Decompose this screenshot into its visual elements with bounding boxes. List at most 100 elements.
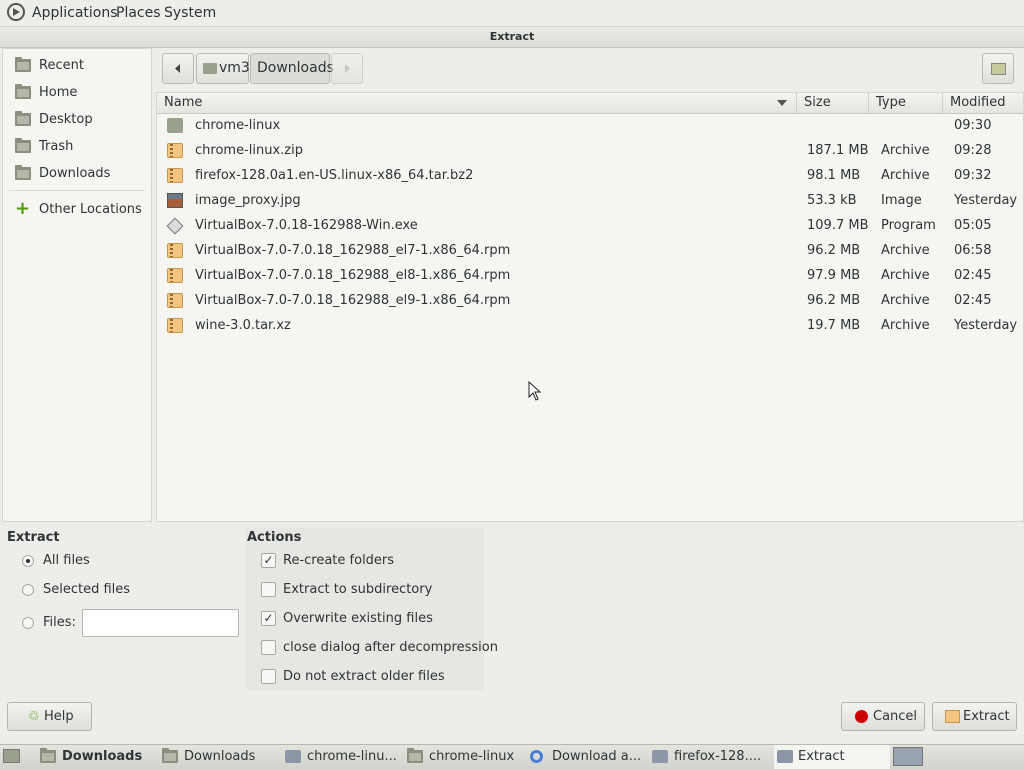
- file-size: 97.9 MB: [807, 268, 861, 283]
- file-modified: 02:45: [954, 268, 992, 283]
- column-header-type[interactable]: Type: [869, 93, 943, 113]
- file-size: 96.2 MB: [807, 243, 861, 258]
- file-modified: Yesterday: [954, 318, 1018, 333]
- path-segment-vm3[interactable]: vm3: [196, 53, 250, 84]
- trash-icon: [15, 138, 31, 153]
- file-size: 98.1 MB: [807, 168, 861, 183]
- cancel-button-label: Cancel: [873, 709, 918, 724]
- taskbar: Downloads Downloads chrome-linu... chrom…: [0, 744, 1024, 769]
- task-extract[interactable]: Extract: [774, 745, 890, 769]
- selected-files-radio[interactable]: [22, 584, 34, 596]
- file-list-header: Name Size Type Modified: [157, 93, 1023, 114]
- selected-files-label: Selected files: [43, 582, 131, 597]
- task-label: Download a...: [552, 749, 642, 764]
- workspace-switcher-icon[interactable]: [893, 747, 923, 766]
- file-row[interactable]: VirtualBox-7.0-7.0.18_162988_el8-1.x86_6…: [157, 263, 1023, 288]
- file-name: VirtualBox-7.0.18-162988-Win.exe: [195, 218, 418, 233]
- sidebar-item-label: Other Locations: [39, 202, 142, 217]
- no-older-files-label: Do not extract older files: [283, 669, 445, 684]
- archive-icon: [167, 268, 183, 283]
- extract-subdirectory-checkbox[interactable]: [261, 582, 276, 597]
- extract-button[interactable]: Extract: [932, 702, 1017, 731]
- help-button[interactable]: ♲ Help: [7, 702, 92, 731]
- archive-manager-icon: [777, 750, 793, 763]
- mouse-pointer-icon: [528, 381, 542, 401]
- sidebar-item-recent[interactable]: Recent: [3, 53, 151, 79]
- extract-icon: [945, 710, 960, 723]
- file-modified: 09:28: [954, 143, 992, 158]
- file-row[interactable]: image_proxy.jpg 53.3 kB Image Yesterday: [157, 188, 1023, 213]
- column-header-size[interactable]: Size: [797, 93, 869, 113]
- places-menu[interactable]: Places: [116, 5, 161, 21]
- task-label: Extract: [798, 749, 845, 764]
- folder-icon: [162, 748, 178, 763]
- home-icon: [203, 63, 217, 74]
- no-older-files-checkbox[interactable]: [261, 669, 276, 684]
- file-modified: 02:45: [954, 293, 992, 308]
- overwrite-files-checkbox[interactable]: ✓: [261, 611, 276, 626]
- column-modified-label: Modified: [950, 95, 1006, 110]
- task-firefox-archive[interactable]: firefox-128....: [652, 745, 768, 769]
- show-desktop-icon[interactable]: [3, 749, 20, 763]
- system-menu[interactable]: System: [164, 5, 216, 21]
- sidebar-item-label: Home: [39, 85, 78, 100]
- task-downloads[interactable]: Downloads: [162, 745, 278, 769]
- task-chrome-download[interactable]: Download a...: [530, 745, 646, 769]
- all-files-radio[interactable]: [22, 555, 34, 567]
- path-back-button[interactable]: [162, 53, 194, 84]
- new-folder-button[interactable]: [982, 53, 1014, 84]
- files-pattern-input[interactable]: [82, 609, 239, 637]
- path-segment-downloads[interactable]: Downloads: [250, 53, 334, 84]
- task-chrome-linux-zip[interactable]: chrome-linu...: [285, 745, 401, 769]
- path-forward-button[interactable]: [331, 53, 363, 84]
- file-row[interactable]: VirtualBox-7.0.18-162988-Win.exe 109.7 M…: [157, 213, 1023, 238]
- task-downloads-active[interactable]: Downloads: [40, 745, 156, 769]
- file-list: Name Size Type Modified chrome-linux 09:…: [156, 92, 1024, 522]
- file-name: chrome-linux: [195, 118, 281, 133]
- file-modified: 06:58: [954, 243, 992, 258]
- file-modified: 09:30: [954, 118, 992, 133]
- archive-icon: [167, 293, 183, 308]
- task-chrome-linux[interactable]: chrome-linux: [407, 745, 523, 769]
- desktop-icon: [15, 111, 31, 126]
- image-icon: [167, 193, 183, 208]
- folder-icon: [407, 748, 423, 763]
- file-name: VirtualBox-7.0-7.0.18_162988_el7-1.x86_6…: [195, 243, 511, 258]
- sidebar-item-other-locations[interactable]: + Other Locations: [3, 197, 151, 223]
- gnome-logo-icon[interactable]: [7, 3, 25, 21]
- window-title: Extract: [0, 27, 1024, 48]
- cancel-button[interactable]: Cancel: [841, 702, 925, 731]
- file-type: Archive: [881, 268, 930, 283]
- file-row[interactable]: wine-3.0.tar.xz 19.7 MB Archive Yesterda…: [157, 313, 1023, 338]
- file-row[interactable]: chrome-linux 09:30: [157, 113, 1023, 138]
- recreate-folders-checkbox[interactable]: ✓: [261, 553, 276, 568]
- actions-heading: Actions: [247, 530, 302, 545]
- sidebar-item-label: Trash: [39, 139, 74, 154]
- applications-menu[interactable]: Applications: [32, 5, 118, 21]
- sidebar-item-home[interactable]: Home: [3, 80, 151, 106]
- file-size: 109.7 MB: [807, 218, 869, 233]
- file-size: 187.1 MB: [807, 143, 869, 158]
- file-name: chrome-linux.zip: [195, 143, 303, 158]
- archive-icon: [167, 243, 183, 258]
- folder-icon: [167, 118, 183, 133]
- sidebar-item-downloads[interactable]: Downloads: [3, 161, 151, 187]
- column-header-modified[interactable]: Modified: [943, 93, 1023, 113]
- task-label: Downloads: [62, 749, 143, 764]
- sidebar-item-desktop[interactable]: Desktop: [3, 107, 151, 133]
- close-dialog-checkbox[interactable]: [261, 640, 276, 655]
- overwrite-files-label: Overwrite existing files: [283, 611, 433, 626]
- archive-manager-icon: [652, 750, 668, 763]
- file-modified: 09:32: [954, 168, 992, 183]
- task-label: chrome-linu...: [307, 749, 397, 764]
- file-row[interactable]: chrome-linux.zip 187.1 MB Archive 09:28: [157, 138, 1023, 163]
- column-name-label: Name: [164, 95, 203, 110]
- column-header-name[interactable]: Name: [157, 93, 797, 113]
- sidebar-item-trash[interactable]: Trash: [3, 134, 151, 160]
- recent-icon: [15, 57, 31, 72]
- file-row[interactable]: firefox-128.0a1.en-US.linux-x86_64.tar.b…: [157, 163, 1023, 188]
- file-row[interactable]: VirtualBox-7.0-7.0.18_162988_el9-1.x86_6…: [157, 288, 1023, 313]
- files-pattern-radio[interactable]: [22, 617, 34, 629]
- file-row[interactable]: VirtualBox-7.0-7.0.18_162988_el7-1.x86_6…: [157, 238, 1023, 263]
- task-label: chrome-linux: [429, 749, 515, 764]
